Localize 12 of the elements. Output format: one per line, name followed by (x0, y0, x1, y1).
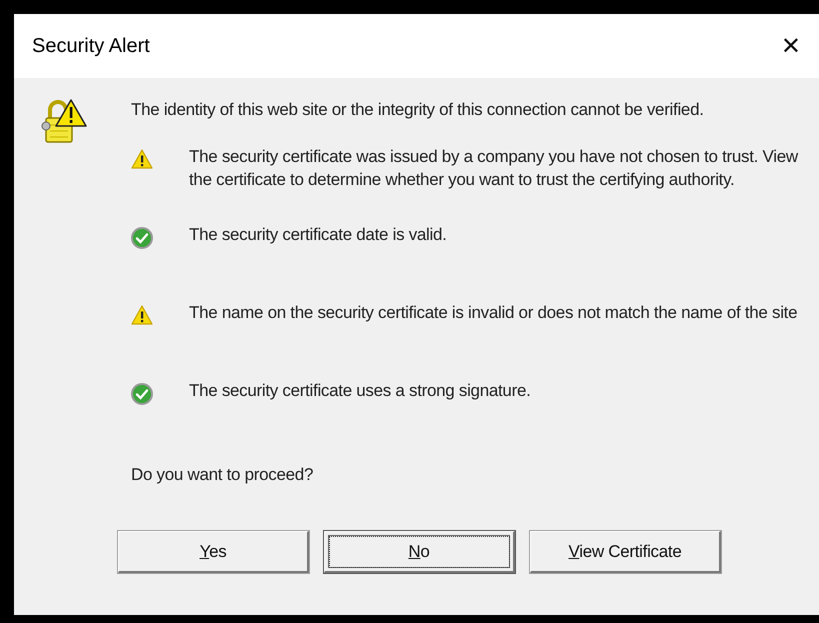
check-text: The security certificate was issued by a company you have not chosen to trust. View the certificate to determine whether you want to trust the certifying authority. (189, 146, 799, 191)
dialog-button[interactable]: No (324, 531, 515, 573)
question-text: Do you want to proceed? (131, 464, 314, 486)
close-button[interactable]: ✕ (776, 32, 805, 60)
window-title: Security Alert (32, 34, 150, 58)
dialog-button[interactable]: Yes (118, 531, 309, 573)
dialog-button[interactable]: View Certificate (530, 531, 721, 573)
alert-message: The identity of this web site or the integrity of this connection cannot be verified. (131, 99, 705, 121)
check-text: The name on the security certificate is invalid or does not match the name of the site (189, 302, 798, 324)
check-text: The security certificate uses a strong signature. (189, 380, 531, 402)
check-text: The security certificate date is valid. (189, 224, 447, 246)
lock-warning-icon (40, 98, 88, 146)
